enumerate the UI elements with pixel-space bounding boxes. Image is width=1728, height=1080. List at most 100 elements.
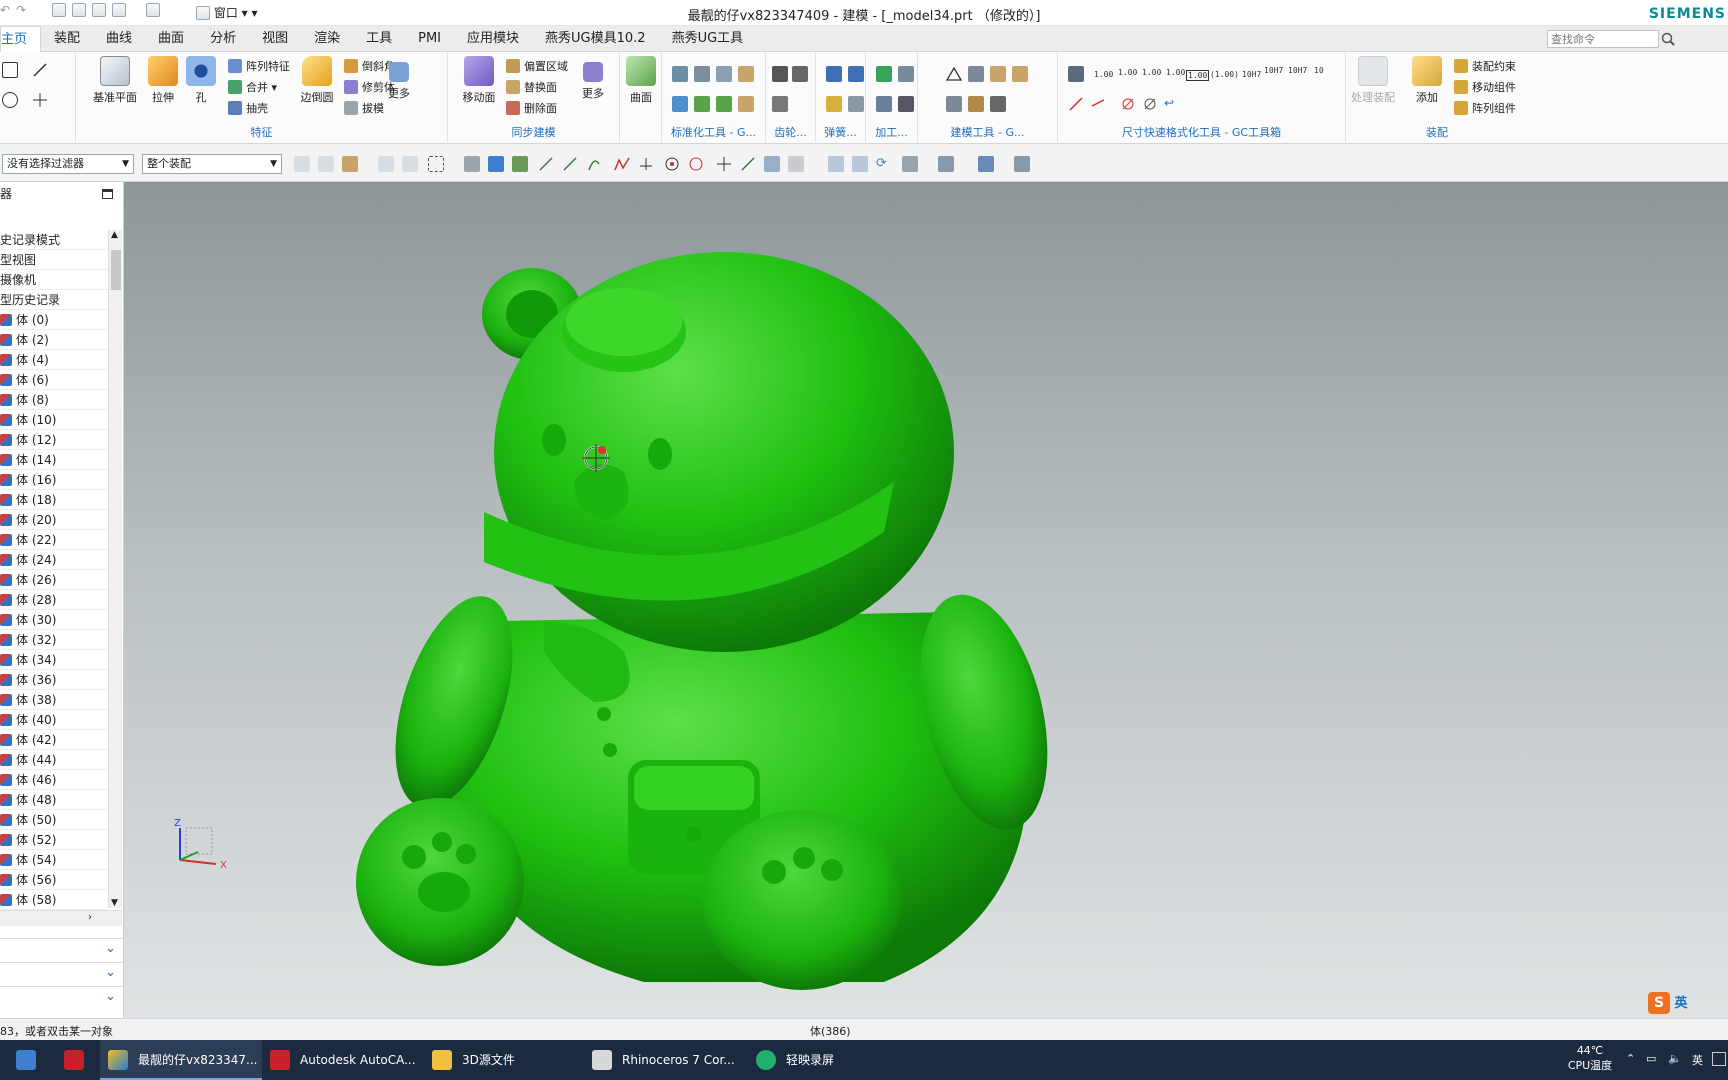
tab-assembly[interactable]: 装配 [41,26,93,52]
delete-face-button[interactable]: 删除面 [506,100,557,118]
tree-node-body[interactable]: 体 (18) [0,490,108,510]
quadrant-point-icon[interactable] [688,156,704,172]
surface-button[interactable]: 曲面 [614,56,668,105]
volume-icon[interactable]: 🔈 [1668,1052,1682,1065]
tab-curve[interactable]: 曲线 [93,26,145,52]
pattern-component-button[interactable]: 阵列组件 [1454,100,1516,118]
dim-style-4[interactable]: 1.00 [1166,68,1185,77]
gear-tool-2-icon[interactable] [792,66,808,82]
snap-tool-19-icon[interactable] [764,156,780,172]
tab-tools[interactable]: 工具 [353,26,405,52]
snap-tool-20-icon[interactable] [788,156,804,172]
taskbar-autocad[interactable]: Autodesk AutoCA... [262,1040,424,1080]
tree-node-body[interactable]: 体 (36) [0,670,108,690]
std-tool-4-icon[interactable] [738,66,754,82]
unite-button[interactable]: 合并 ▾ [228,79,277,97]
snap-tool-12-icon[interactable] [586,156,602,172]
machining-tool-4-icon[interactable] [898,96,914,112]
tree-node-cameras[interactable]: 摄像机 [0,270,108,290]
dim-tool-red-icon[interactable] [1068,96,1084,112]
spring-tool-4-icon[interactable] [848,96,864,112]
tray-chevron-icon[interactable]: ⌃ [1626,1052,1635,1065]
snap-tool-4-icon[interactable] [378,156,394,172]
tree-node-body[interactable]: 体 (30) [0,610,108,630]
view-tool-5-icon[interactable] [938,156,954,172]
dim-style-2[interactable]: 1.00 [1118,68,1137,77]
graphics-viewport[interactable]: Z X [124,182,1728,1018]
cpu-temperature[interactable]: 44℃ CPU温度 [1560,1044,1620,1073]
snap-tool-8-icon[interactable] [488,156,504,172]
snap-tool-13-icon[interactable] [614,156,630,172]
tree-node-body[interactable]: 体 (26) [0,570,108,590]
tab-analysis[interactable]: 分析 [197,26,249,52]
tree-node-body[interactable]: 体 (56) [0,870,108,890]
move-component-button[interactable]: 移动组件 [1454,79,1516,97]
ime-indicator[interactable]: S 英 [1648,992,1688,1014]
spring-tool-1-icon[interactable] [826,66,842,82]
point-icon[interactable] [32,92,48,108]
search-icon[interactable] [1660,30,1676,48]
sync-more-button[interactable]: 更多 [566,56,620,101]
spring-tool-3-icon[interactable] [826,96,842,112]
datum-plane-button[interactable]: 基准平面 [88,56,142,105]
tree-node-body[interactable]: 体 (46) [0,770,108,790]
tab-surface[interactable]: 曲面 [145,26,197,52]
tree-node-body[interactable]: 体 (52) [0,830,108,850]
edge-blend-button[interactable]: 边倒圆 [290,56,344,105]
gear-tool-3-icon[interactable] [772,96,788,112]
arc-center-icon[interactable] [664,156,680,172]
line-icon[interactable] [32,62,48,78]
tree-node-body[interactable]: 体 (16) [0,470,108,490]
taskbar-solidworks[interactable] [52,1040,100,1080]
dependencies-panel[interactable]: ⌄ [0,938,124,960]
tab-yanxiu-tools[interactable]: 燕秀UG工具 [659,26,757,52]
model-tool-4-icon[interactable] [1012,66,1028,82]
tree-node-body[interactable]: 体 (2) [0,330,108,350]
dim-style-7[interactable]: 10H7 [1242,70,1261,79]
tree-node-body[interactable]: 体 (42) [0,730,108,750]
tree-node-body[interactable]: 体 (28) [0,590,108,610]
rotate-view-icon[interactable]: ⟳ [876,156,892,172]
tree-node-body[interactable]: 体 (32) [0,630,108,650]
rectangle-icon[interactable] [2,62,18,78]
std-tool-8-icon[interactable] [738,96,754,112]
tree-node-body[interactable]: 体 (40) [0,710,108,730]
dim-style-1[interactable]: 1.00 [1094,70,1113,79]
model-tool-7-icon[interactable] [990,96,1006,112]
draft-button[interactable]: 拔模 [344,100,384,118]
std-tool-7-icon[interactable] [716,96,732,112]
view-tool-4-icon[interactable] [902,156,918,172]
tree-node-history-mode[interactable]: 史记录模式 [0,230,108,250]
dim-undo-icon[interactable]: ↩ [1164,96,1180,112]
tree-node-body[interactable]: 体 (58) [0,890,108,910]
bear-model-3d[interactable] [124,182,1728,1018]
snap-tool-2-icon[interactable] [318,156,334,172]
scroll-right-icon[interactable]: › [88,912,92,923]
shell-button[interactable]: 抽壳 [228,100,268,118]
tree-node-body[interactable]: 体 (12) [0,430,108,450]
std-tool-1-icon[interactable] [672,66,688,82]
taskbar-recorder[interactable]: 轻映录屏 [748,1040,900,1080]
view-tool-7-icon[interactable] [1014,156,1030,172]
std-tool-5-icon[interactable] [672,96,688,112]
tree-node-body[interactable]: 体 (22) [0,530,108,550]
tab-home[interactable]: 主页 [0,26,42,53]
snap-tool-5-icon[interactable] [402,156,418,172]
dim-style-9[interactable]: 10H7 [1288,66,1307,75]
tree-node-model-history[interactable]: 型历史记录 [0,290,108,310]
tree-node-body[interactable]: 体 (6) [0,370,108,390]
dim-style-5[interactable]: 1.00 [1186,70,1210,81]
tree-node-body[interactable]: 体 (54) [0,850,108,870]
dim-style-8[interactable]: 10H7 [1264,66,1283,75]
dim-tool-1-icon[interactable] [1068,66,1084,82]
tree-node-body[interactable]: 体 (50) [0,810,108,830]
feature-more-button[interactable]: 更多 [372,56,426,101]
render-style-icon[interactable] [978,156,994,172]
model-tool-6-icon[interactable] [968,96,984,112]
assembly-constraints-button[interactable]: 装配约束 [1454,58,1516,76]
scroll-up-icon[interactable]: ▲ [111,230,118,240]
machining-tool-3-icon[interactable] [876,96,892,112]
snap-tool-11-icon[interactable] [562,156,578,172]
tab-application[interactable]: 应用模块 [454,26,532,52]
dim-style-6[interactable]: (1.00) [1210,70,1239,79]
